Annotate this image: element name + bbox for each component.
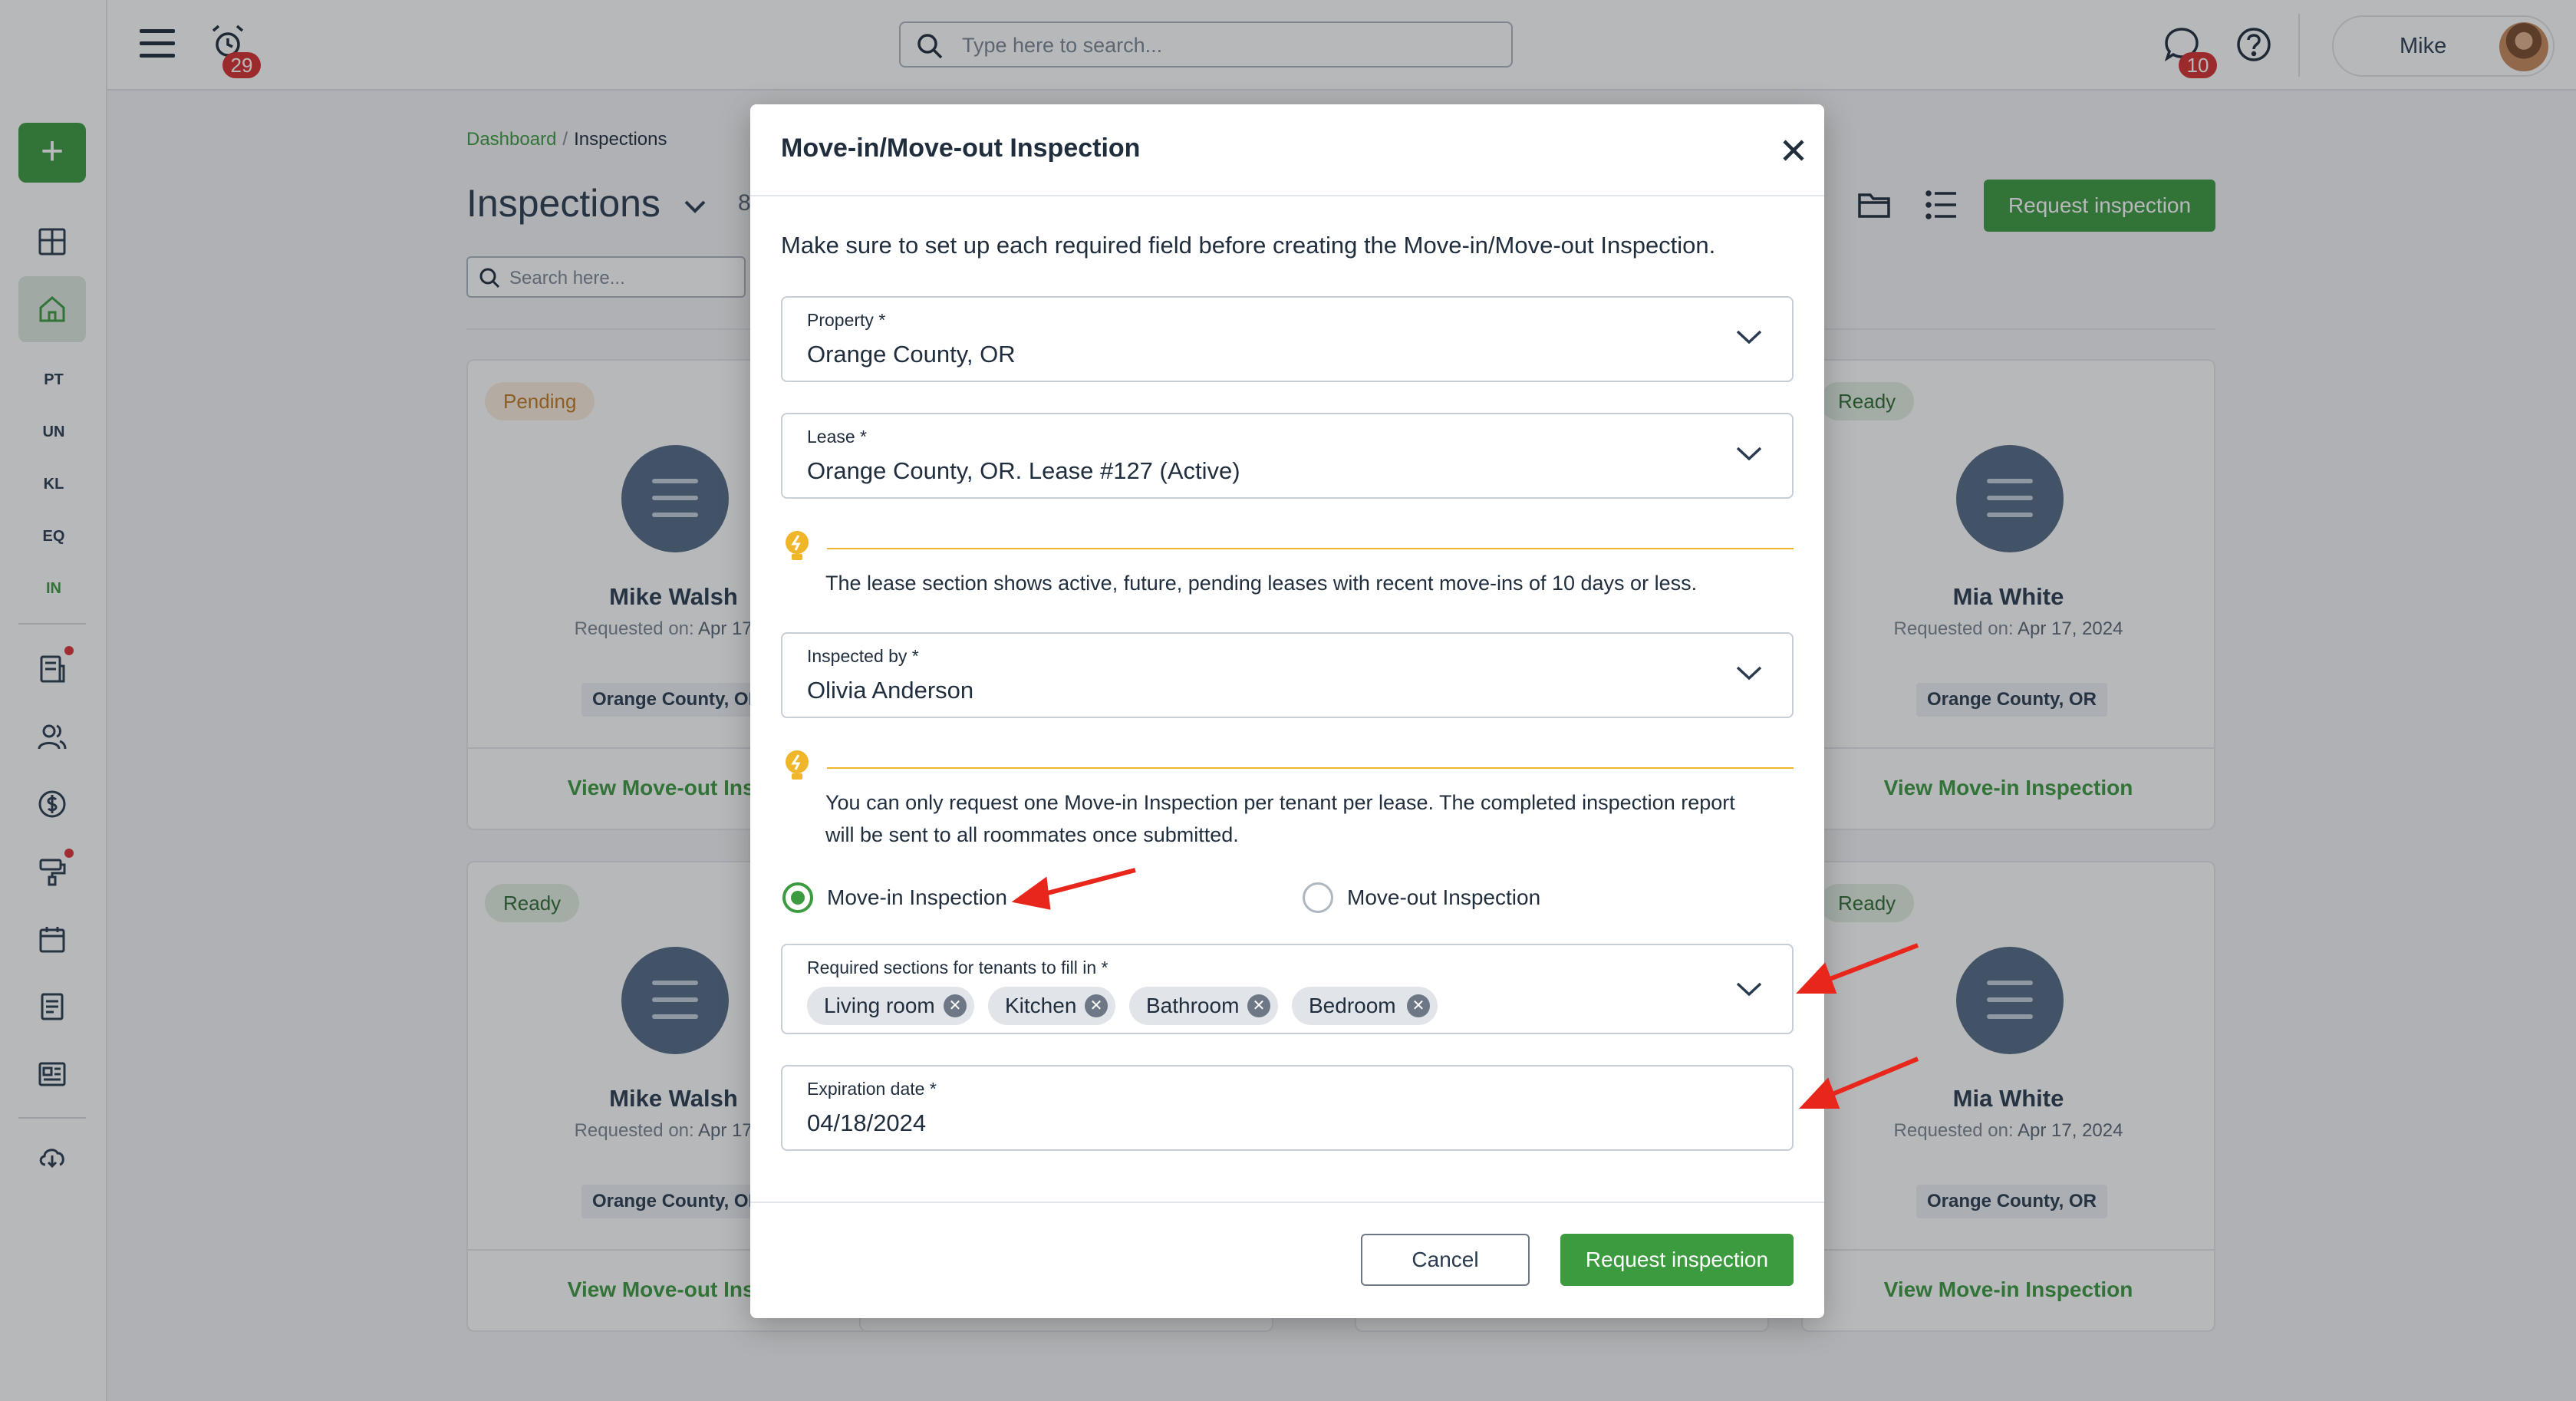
lease-value: Orange County, OR. Lease #127 (Active) (807, 457, 1240, 484)
chip-living-room: Living room ✕ (807, 987, 974, 1025)
chevron-down-icon (1736, 666, 1762, 681)
submit-request-button[interactable]: Request inspection (1560, 1234, 1794, 1286)
chip-remove-icon[interactable]: ✕ (1407, 994, 1430, 1017)
property-value: Orange County, OR (807, 341, 1016, 368)
property-select[interactable]: Property * Orange County, OR (781, 296, 1794, 382)
chevron-down-icon (1736, 330, 1762, 344)
required-sections-select[interactable]: Required sections for tenants to fill in… (781, 944, 1794, 1034)
lease-hint: The lease section shows active, future, … (825, 572, 1698, 595)
inspection-hint-line-2: will be sent to all roommates once submi… (825, 823, 1239, 846)
expiration-date-input[interactable]: Expiration date * 04/18/2024 (781, 1065, 1794, 1151)
move-in-label[interactable]: Move-in Inspection (827, 885, 1007, 910)
close-icon[interactable] (1778, 135, 1809, 166)
lightbulb-icon (786, 750, 809, 780)
inspected-by-select[interactable]: Inspected by * Olivia Anderson (781, 632, 1794, 718)
chip-bedroom: Bedroom ✕ (1292, 987, 1438, 1025)
hint-divider (827, 548, 1794, 549)
chip-kitchen: Kitchen ✕ (988, 987, 1115, 1025)
chip-bathroom: Bathroom ✕ (1129, 987, 1278, 1025)
modal-header-divider (750, 195, 1824, 196)
move-in-radio[interactable] (782, 882, 813, 913)
chevron-down-icon (1736, 447, 1762, 461)
inspected-by-value: Olivia Anderson (807, 677, 974, 704)
cancel-button[interactable]: Cancel (1361, 1234, 1530, 1286)
move-out-label[interactable]: Move-out Inspection (1347, 885, 1540, 910)
expiration-label: Expiration date * (807, 1079, 937, 1099)
chip-remove-icon[interactable]: ✕ (944, 994, 967, 1017)
chevron-down-icon (1736, 982, 1762, 997)
inspection-hint-line-1: You can only request one Move-in Inspect… (825, 791, 1735, 814)
inspected-by-label: Inspected by * (807, 646, 919, 666)
sections-label: Required sections for tenants to fill in… (807, 958, 1108, 977)
modal-intro: Make sure to set up each required field … (781, 232, 1716, 259)
property-label: Property * (807, 310, 886, 330)
lightbulb-icon (786, 531, 809, 560)
inspection-modal: Move-in/Move-out Inspection Make sure to… (750, 104, 1824, 1318)
hint-divider (827, 767, 1794, 769)
lease-label: Lease * (807, 427, 868, 447)
chip-remove-icon[interactable]: ✕ (1247, 994, 1270, 1017)
modal-footer-divider (750, 1202, 1824, 1203)
chip-remove-icon[interactable]: ✕ (1085, 994, 1108, 1017)
expiration-value: 04/18/2024 (807, 1109, 927, 1136)
move-out-radio[interactable] (1303, 882, 1333, 913)
lease-select[interactable]: Lease * Orange County, OR. Lease #127 (A… (781, 413, 1794, 499)
modal-title: Move-in/Move-out Inspection (781, 134, 1141, 163)
